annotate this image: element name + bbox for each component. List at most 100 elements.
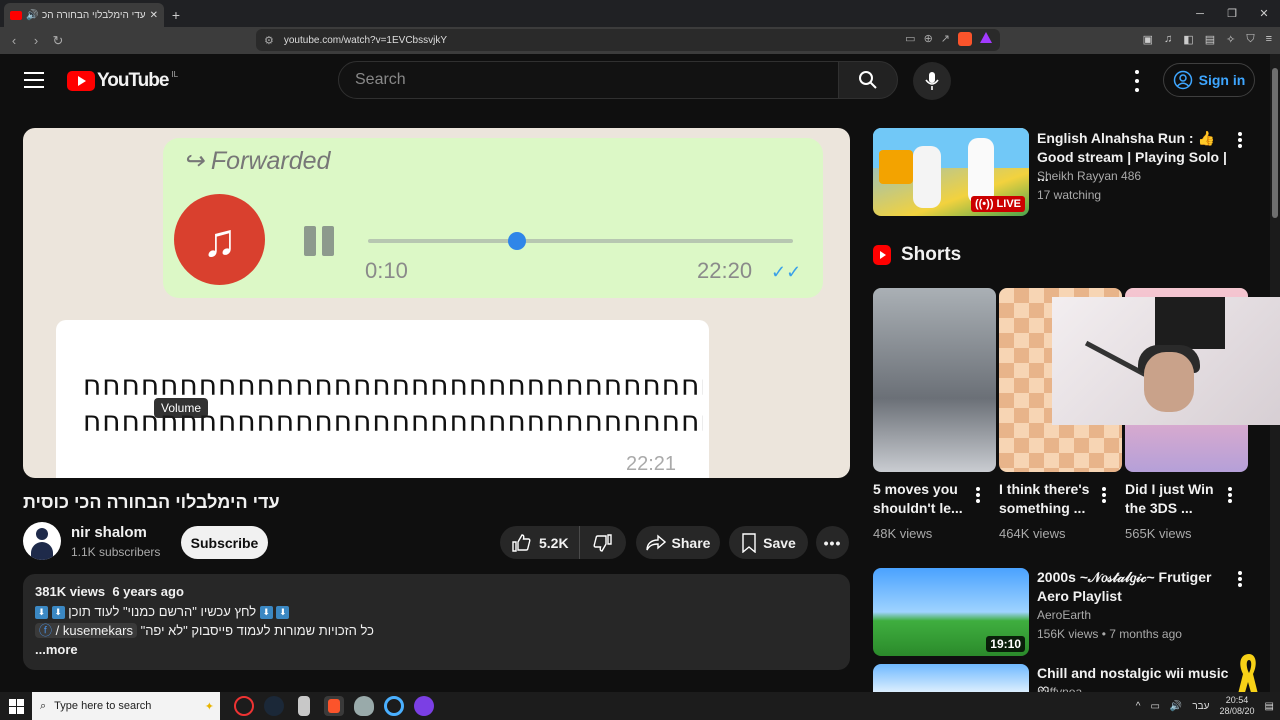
subscriber-count: 1.1K subscribers bbox=[71, 545, 161, 559]
search-input[interactable] bbox=[355, 71, 838, 89]
keyboard-language[interactable]: עבר bbox=[1192, 701, 1209, 712]
forward-icon[interactable]: › bbox=[25, 30, 47, 52]
steam-icon[interactable] bbox=[264, 696, 284, 716]
new-tab-button[interactable]: + bbox=[164, 3, 188, 27]
share-page-icon[interactable]: ↗ bbox=[941, 32, 950, 46]
search-button[interactable] bbox=[838, 61, 898, 99]
cast-icon[interactable]: ▭ bbox=[905, 32, 915, 46]
close-window-icon[interactable]: ✕ bbox=[1248, 0, 1280, 27]
menu-icon[interactable]: ≡ bbox=[1266, 33, 1272, 46]
show-more-button[interactable]: ...more bbox=[35, 640, 838, 659]
back-icon[interactable]: ‹ bbox=[3, 30, 25, 52]
taskbar-clock[interactable]: 20:54 28/08/20 bbox=[1220, 695, 1255, 717]
video-menu-icon[interactable] bbox=[1238, 571, 1242, 587]
hidden-icons-icon[interactable]: ^ bbox=[1136, 701, 1141, 712]
view-count: 381K views bbox=[35, 584, 106, 599]
scrollbar-thumb[interactable] bbox=[1272, 68, 1278, 218]
down-arrow-emoji-icon: ⬇ bbox=[259, 606, 273, 620]
search-box bbox=[338, 61, 839, 99]
video-menu-icon[interactable] bbox=[1238, 132, 1242, 148]
forwarded-label: ↪ Forwarded bbox=[183, 147, 331, 175]
notifications-icon[interactable]: ▤ bbox=[1265, 701, 1274, 712]
facebook-link[interactable]: ⓕ / kusemekars bbox=[35, 623, 137, 638]
app-icon-book[interactable] bbox=[298, 696, 310, 716]
short-title[interactable]: I think there's something ... bbox=[999, 480, 1099, 518]
thumbs-up-icon bbox=[512, 533, 531, 552]
subscribe-button[interactable]: Subscribe bbox=[181, 526, 268, 559]
like-count: 5.2K bbox=[539, 534, 569, 551]
more-actions-button[interactable]: ••• bbox=[816, 526, 849, 559]
brave-rewards-icon[interactable] bbox=[980, 32, 992, 43]
reload-icon[interactable]: ↻ bbox=[47, 30, 69, 52]
speaker-icon[interactable]: 🔊 bbox=[26, 10, 38, 21]
down-arrow-emoji-icon: ⬇ bbox=[276, 606, 290, 620]
live-video-channel[interactable]: Sheikh Rayyan 486 bbox=[1037, 169, 1141, 183]
address-bar[interactable]: ⚙ youtube.com/watch?v=1EVCbssvjkY ▭ ⊕ ↗ bbox=[256, 29, 1000, 51]
audio-progress-track bbox=[368, 239, 793, 243]
channel-avatar[interactable] bbox=[23, 522, 61, 560]
voice-search-button[interactable] bbox=[913, 62, 951, 100]
brave-shields-icon[interactable] bbox=[958, 32, 972, 46]
short-views: 464K views bbox=[999, 526, 1066, 541]
browser-tabbar: 🔊 עדי הימלבלוי הבחורה הכי כוסית - YouTub… bbox=[0, 0, 1280, 27]
short-thumbnail[interactable] bbox=[873, 288, 996, 472]
guide-menu-icon[interactable] bbox=[24, 72, 44, 88]
short-title[interactable]: 5 moves you shouldn't le... bbox=[873, 480, 973, 518]
short-menu-icon[interactable] bbox=[1228, 487, 1232, 503]
video-channel[interactable]: miffynoa bbox=[1037, 685, 1082, 692]
short-views: 565K views bbox=[1125, 526, 1192, 541]
network-icon[interactable]: ▭ bbox=[1150, 701, 1159, 712]
app-icon-discord[interactable] bbox=[414, 696, 434, 716]
short-menu-icon[interactable] bbox=[976, 487, 980, 503]
signin-button[interactable]: Sign in bbox=[1163, 63, 1255, 97]
description-box[interactable]: 381K views 6 years ago ⬇ ⬇ לחץ עכשיו "הר… bbox=[23, 574, 850, 670]
signin-label: Sign in bbox=[1198, 72, 1246, 88]
windows-start-icon[interactable] bbox=[0, 692, 32, 720]
site-info-icon[interactable]: ⚙ bbox=[264, 34, 274, 47]
app-icon-red[interactable] bbox=[234, 696, 254, 716]
like-button[interactable]: 5.2K bbox=[500, 526, 580, 559]
app-icon-c[interactable] bbox=[384, 696, 404, 716]
wallet-icon[interactable]: ▤ bbox=[1205, 33, 1215, 46]
bookmark-save-icon bbox=[742, 532, 756, 553]
short-views: 48K views bbox=[873, 526, 933, 541]
short-title[interactable]: Did I just Win the 3DS ... bbox=[1125, 480, 1225, 518]
media-icon[interactable]: ♫ bbox=[1164, 33, 1172, 46]
elapsed-time: 0:10 bbox=[365, 258, 408, 283]
description-line-2: כל הזכויות שמורות לעמוד פייסבוק "לא יפה"… bbox=[35, 621, 838, 640]
youtube-favicon-icon bbox=[10, 10, 22, 20]
sidebar-icon[interactable]: ◧ bbox=[1183, 33, 1193, 46]
zoom-icon[interactable]: ⊕ bbox=[924, 32, 933, 46]
short-menu-icon[interactable] bbox=[1102, 487, 1106, 503]
video-title[interactable]: 2000s ~𝒩𝑜𝓈𝓉𝒶𝓁𝑔𝒾𝒸~ Frutiger Aero Playlist bbox=[1037, 568, 1229, 606]
browser-tab[interactable]: 🔊 עדי הימלבלוי הבחורה הכי כוסית - YouTub… bbox=[4, 3, 164, 27]
video-title: עדי הימלבלוי הבחורה הכי כוסית bbox=[23, 492, 280, 512]
pause-icon bbox=[304, 226, 334, 256]
leo-icon[interactable]: ✧ bbox=[1226, 33, 1235, 46]
volume-icon[interactable]: 🔊 bbox=[1170, 701, 1182, 712]
country-code: IL bbox=[171, 69, 179, 79]
taskbar-search[interactable]: ⌕ Type here to search ✦ bbox=[32, 692, 220, 720]
video-thumbnail[interactable] bbox=[873, 664, 1029, 692]
settings-menu-icon[interactable] bbox=[1128, 70, 1146, 92]
video-thumbnail[interactable]: 19:10 bbox=[873, 568, 1029, 656]
search-icon: ⌕ bbox=[40, 699, 47, 712]
tab-title: עדי הימלבלוי הבחורה הכי כוסית - YouTube bbox=[42, 9, 146, 21]
share-button[interactable]: Share bbox=[636, 526, 720, 559]
screenshot-icon[interactable]: ▣ bbox=[1143, 33, 1153, 46]
brave-browser-icon[interactable] bbox=[324, 696, 344, 716]
close-tab-icon[interactable]: ✕ bbox=[150, 10, 158, 21]
live-video-thumbnail[interactable]: ((•)) LIVE bbox=[873, 128, 1029, 216]
app-icon-shield[interactable] bbox=[354, 696, 374, 716]
save-button[interactable]: Save bbox=[729, 526, 808, 559]
channel-name[interactable]: nir shalom bbox=[71, 524, 147, 541]
video-channel[interactable]: AeroEarth bbox=[1037, 608, 1091, 622]
vpn-icon[interactable]: ⛉ bbox=[1246, 33, 1254, 46]
minimize-icon[interactable]: ─ bbox=[1184, 0, 1216, 27]
music-note-icon: ♫ bbox=[174, 194, 265, 285]
video-duration: 19:10 bbox=[986, 636, 1025, 652]
restore-icon[interactable]: ❐ bbox=[1216, 0, 1248, 27]
youtube-logo[interactable]: YouTube IL bbox=[67, 70, 178, 92]
video-player[interactable]: ↪ Forwarded ♫ 0:10 22:20 ✓✓ חחחחחחחחחחחח… bbox=[23, 128, 850, 478]
dislike-button[interactable] bbox=[580, 533, 626, 553]
